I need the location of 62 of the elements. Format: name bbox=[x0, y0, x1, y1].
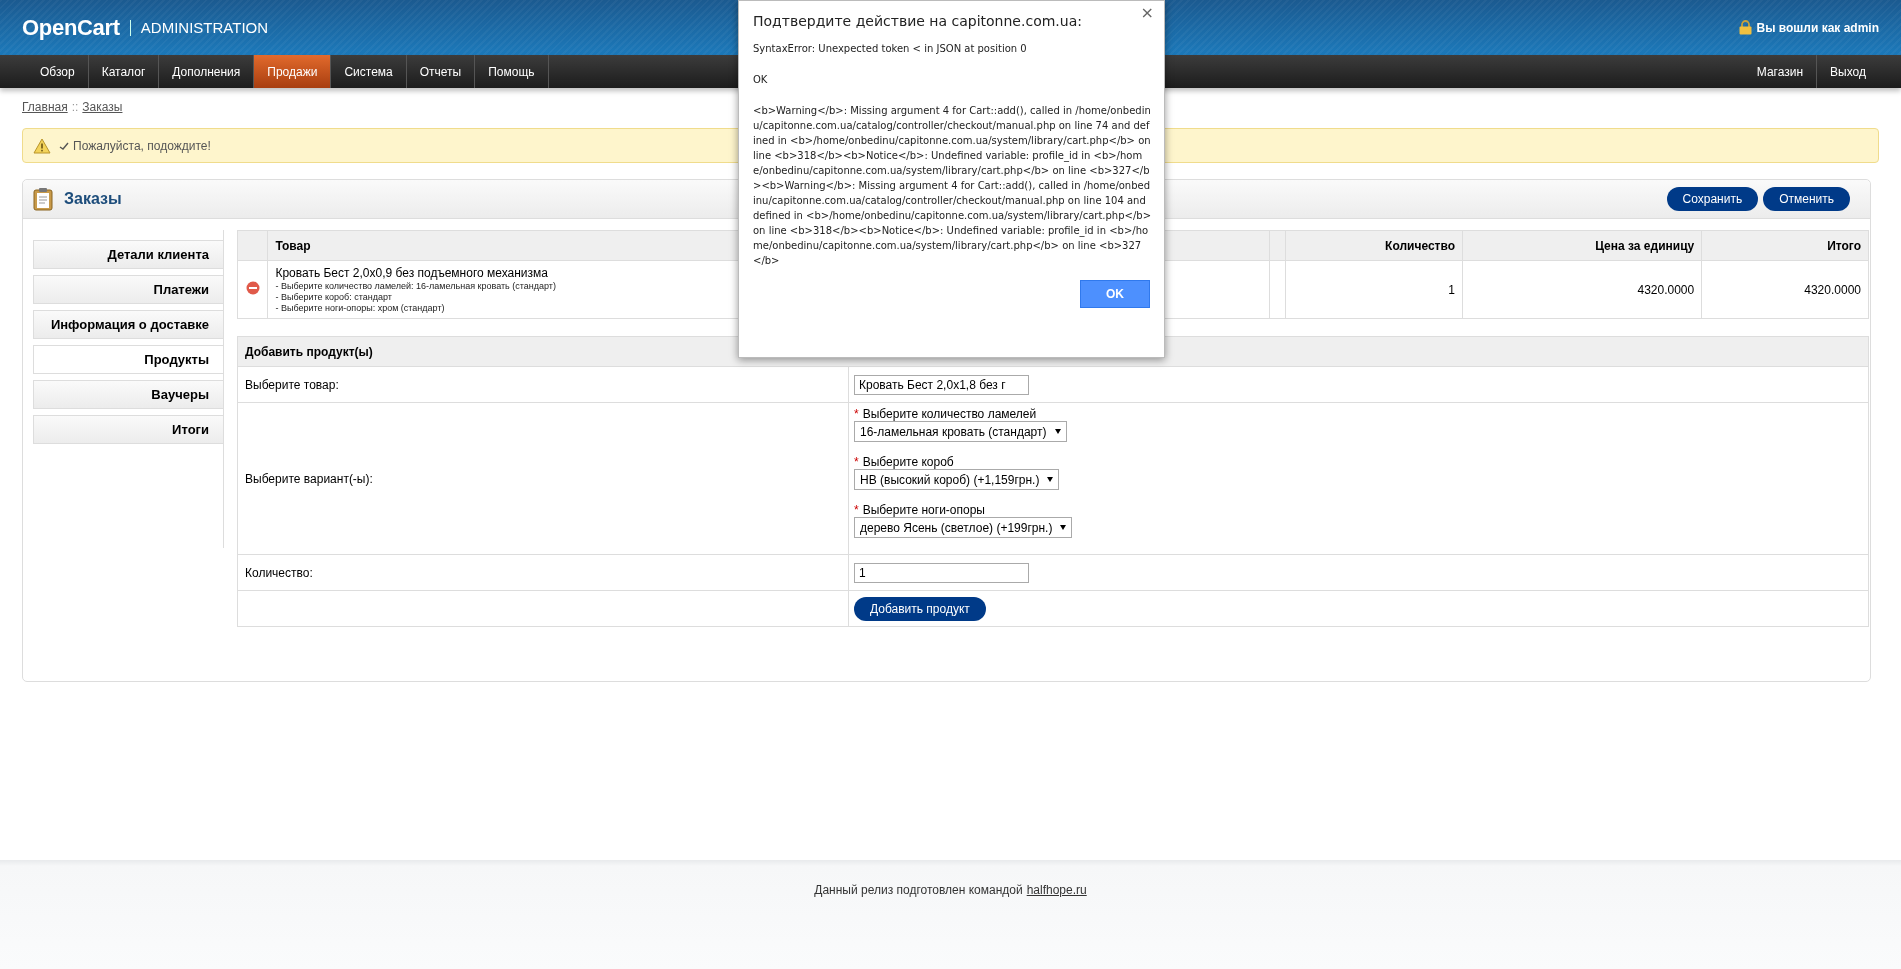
table-cell: 4320.0000 bbox=[1462, 260, 1702, 319]
breadcrumb-separator: :: bbox=[71, 100, 79, 114]
warning-icon bbox=[33, 137, 51, 154]
login-status: Вы вошли как admin bbox=[1756, 20, 1879, 35]
lock-icon bbox=[1738, 20, 1752, 35]
caret-icon bbox=[1047, 477, 1054, 482]
close-button[interactable]: × bbox=[1140, 3, 1154, 22]
remove-icon[interactable] bbox=[245, 281, 260, 295]
add-product-button[interactable]: Добавить продукт bbox=[854, 596, 986, 621]
table-cell: 1 bbox=[1285, 260, 1463, 319]
select-dropdown[interactable]: НВ (высокий короб) (+1,159грн.) bbox=[854, 469, 1060, 490]
nav-item[interactable]: Помощь bbox=[475, 55, 549, 88]
dialog-message: SyntaxError: Unexpected token < in JSON at position 0 bbox=[753, 42, 1028, 56]
product-option: - Выберите количество ламелей: 16-ламельная кровать (стандарт) bbox=[275, 281, 556, 291]
nav-item[interactable]: Магазин bbox=[1743, 55, 1818, 88]
column-header: Итого bbox=[1701, 230, 1869, 261]
caret-icon bbox=[1054, 429, 1061, 434]
nav-item[interactable]: Продажи bbox=[254, 55, 332, 88]
caret-icon bbox=[1060, 525, 1067, 530]
dialog-status: OK bbox=[753, 73, 769, 87]
nav-item[interactable]: Каталог bbox=[88, 55, 160, 88]
panel-button[interactable]: Сохранить bbox=[1666, 187, 1759, 211]
field-label: Выберите товар: bbox=[245, 377, 339, 392]
nav-item[interactable]: Отчеты bbox=[406, 55, 476, 88]
alert-text: Пожалуйста, подождите! bbox=[73, 138, 211, 153]
nav-item[interactable]: Система bbox=[331, 55, 407, 88]
footer-link[interactable]: halfhope.ru bbox=[1026, 883, 1087, 897]
field-label: Количество: bbox=[245, 565, 313, 580]
field-label: Выберите вариант(-ы): bbox=[245, 471, 373, 486]
required-mark: * bbox=[854, 503, 859, 517]
vertical-tab[interactable]: Ваучеры bbox=[33, 380, 223, 409]
column-header: Количество bbox=[1285, 230, 1463, 261]
dialog-title: Подтвердите действие на capitonne.com.ua: bbox=[753, 13, 1083, 29]
panel-title: Заказы bbox=[64, 190, 122, 208]
breadcrumb-link[interactable]: Заказы bbox=[82, 100, 123, 114]
vertical-tab[interactable]: Итоги bbox=[33, 415, 223, 444]
panel-button[interactable]: Отменить bbox=[1763, 187, 1850, 211]
vertical-tab[interactable]: Платежи bbox=[33, 275, 223, 304]
vertical-tab[interactable]: Информация о доставке bbox=[33, 310, 223, 339]
select-dropdown[interactable]: дерево Ясень (светлое) (+199грн.) bbox=[854, 517, 1073, 538]
vertical-tab[interactable]: Детали клиента bbox=[33, 240, 223, 269]
option-label: Выберите ноги-опоры bbox=[862, 503, 985, 517]
clipboard-icon bbox=[33, 187, 53, 211]
option-label: Выберите количество ламелей bbox=[862, 407, 1037, 421]
option-label: Выберите короб bbox=[862, 455, 954, 469]
required-mark: * bbox=[854, 455, 859, 469]
logo-subtitle: ADMINISTRATION bbox=[129, 19, 269, 36]
required-mark: * bbox=[854, 407, 859, 421]
breadcrumb-link[interactable]: Главная bbox=[22, 100, 68, 114]
product-option: - Выберите короб: стандарт bbox=[275, 292, 392, 302]
nav-item[interactable]: Обзор bbox=[27, 55, 89, 88]
column-header: Цена за единицу bbox=[1462, 230, 1702, 261]
input-field[interactable]: 1 bbox=[854, 562, 1029, 583]
select-dropdown[interactable]: 16-ламельная кровать (стандарт) bbox=[854, 421, 1067, 442]
table-cell: 4320.0000 bbox=[1701, 260, 1869, 319]
footer-text: Данный релиз подготовлен командой bbox=[814, 883, 1023, 897]
product-option: - Выберите ноги-опоры: хром (стандарт) bbox=[275, 303, 445, 313]
product-name: Кровать Бест 2,0х0,9 без подъемного механизма bbox=[275, 266, 548, 280]
logo: OpenCart bbox=[22, 14, 120, 41]
input-field[interactable]: Кровать Бест 2,0х1,8 без г bbox=[854, 374, 1029, 395]
nav-item[interactable]: Выход bbox=[1817, 55, 1879, 88]
vertical-tab[interactable]: Продукты bbox=[33, 345, 223, 374]
